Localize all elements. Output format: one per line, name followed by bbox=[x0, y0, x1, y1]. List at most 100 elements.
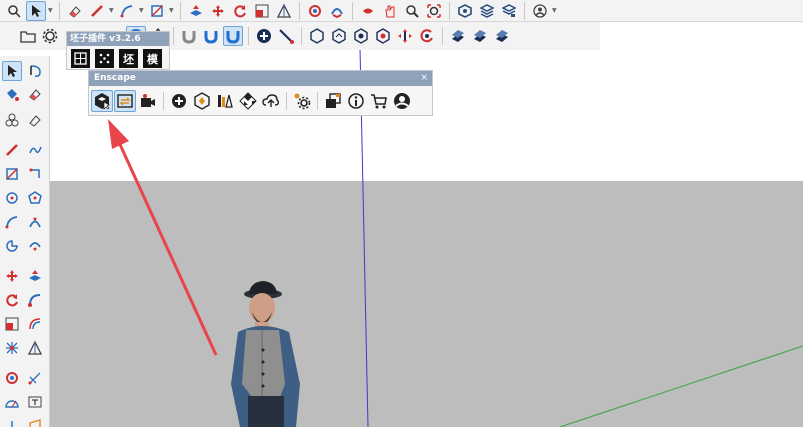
scale-icon[interactable] bbox=[252, 1, 272, 21]
follow-me-icon[interactable] bbox=[25, 290, 45, 310]
push-pull-icon[interactable] bbox=[25, 266, 45, 286]
dimension-icon[interactable] bbox=[25, 368, 45, 388]
warehouse-icon[interactable] bbox=[455, 1, 475, 21]
upload-icon[interactable] bbox=[260, 90, 282, 112]
search-icon[interactable] bbox=[4, 1, 24, 21]
rectangle-icon[interactable] bbox=[147, 1, 167, 21]
account-icon[interactable] bbox=[391, 90, 413, 112]
eraser-icon[interactable] bbox=[65, 1, 85, 21]
toolbar-separator bbox=[286, 92, 287, 110]
plugin-button-pi[interactable]: 坯 bbox=[119, 49, 138, 68]
axes-icon[interactable] bbox=[2, 416, 22, 427]
grid-icon[interactable] bbox=[71, 49, 90, 68]
lasso-icon[interactable] bbox=[25, 61, 45, 81]
rotate-icon[interactable] bbox=[2, 290, 22, 310]
close-icon[interactable]: × bbox=[420, 71, 428, 86]
about-icon[interactable] bbox=[345, 90, 367, 112]
hexagon-icon[interactable] bbox=[307, 26, 327, 46]
pan-icon[interactable] bbox=[358, 1, 378, 21]
pattern-icon[interactable] bbox=[237, 90, 259, 112]
capture-icon[interactable] bbox=[168, 90, 190, 112]
eraser-icon[interactable] bbox=[25, 84, 45, 104]
account-icon[interactable] bbox=[530, 1, 550, 21]
magnet-icon[interactable] bbox=[223, 26, 243, 46]
chevron-down-icon[interactable]: ▼ bbox=[169, 1, 175, 21]
arc-icon[interactable] bbox=[117, 1, 137, 21]
freehand-icon[interactable] bbox=[25, 140, 45, 160]
paint-icon[interactable] bbox=[305, 1, 325, 21]
chevron-down-icon[interactable]: ▼ bbox=[139, 1, 145, 21]
hexagon-icon[interactable] bbox=[373, 26, 393, 46]
rotate-icon[interactable] bbox=[230, 1, 250, 21]
eraser-outline-icon[interactable] bbox=[25, 110, 45, 130]
zoom-extents-icon[interactable] bbox=[424, 1, 444, 21]
settings-icon[interactable] bbox=[291, 90, 313, 112]
arc-icon[interactable] bbox=[2, 212, 22, 232]
green-axis bbox=[559, 345, 803, 427]
three-point-arc-icon[interactable] bbox=[25, 236, 45, 256]
start-enscape-icon[interactable] bbox=[91, 90, 113, 112]
toolbar-separator bbox=[59, 1, 60, 20]
pencil-icon[interactable] bbox=[87, 1, 107, 21]
material-editor-icon[interactable] bbox=[191, 90, 213, 112]
paint-bucket-icon[interactable] bbox=[2, 84, 22, 104]
toolbar-separator bbox=[524, 1, 525, 20]
live-update-icon[interactable] bbox=[114, 90, 136, 112]
rotate-icon[interactable] bbox=[417, 26, 437, 46]
chevron-down-icon[interactable]: ▼ bbox=[48, 1, 54, 21]
pencil-icon[interactable] bbox=[2, 140, 22, 160]
text-icon[interactable] bbox=[25, 392, 45, 412]
scale-icon[interactable] bbox=[2, 314, 22, 334]
zoom-icon[interactable] bbox=[402, 1, 422, 21]
polygon-icon[interactable] bbox=[25, 188, 45, 208]
asset-library-icon[interactable] bbox=[214, 90, 236, 112]
magnet-icon[interactable] bbox=[201, 26, 221, 46]
component-icon[interactable] bbox=[2, 110, 22, 130]
enscape-buttons bbox=[91, 89, 413, 113]
main-toolbar: ▼ ▼ ▼ ▼ ▼ bbox=[0, 0, 803, 22]
circle-icon[interactable] bbox=[2, 188, 22, 208]
hand-icon[interactable] bbox=[380, 1, 400, 21]
orbit-icon[interactable] bbox=[2, 368, 22, 388]
tape-icon[interactable] bbox=[25, 338, 45, 358]
pattern-icon[interactable] bbox=[448, 26, 468, 46]
plugin-toolbar-title[interactable]: 坯子插件 v3.2.6 bbox=[67, 32, 169, 46]
move-icon[interactable] bbox=[208, 1, 228, 21]
chevron-down-icon[interactable]: ▼ bbox=[109, 1, 115, 21]
rotated-rectangle-icon[interactable] bbox=[25, 164, 45, 184]
dots-icon[interactable] bbox=[95, 49, 114, 68]
cart-icon[interactable] bbox=[368, 90, 390, 112]
move-icon[interactable] bbox=[395, 26, 415, 46]
toolbar-separator bbox=[173, 27, 174, 45]
section-plane-icon[interactable] bbox=[25, 416, 45, 427]
hexagon-icon[interactable] bbox=[329, 26, 349, 46]
layers-icon[interactable] bbox=[499, 1, 519, 21]
pie-icon[interactable] bbox=[2, 236, 22, 256]
extension-icon[interactable] bbox=[477, 1, 497, 21]
hexagon-icon[interactable] bbox=[351, 26, 371, 46]
enscape-toolbar-title[interactable]: Enscape bbox=[89, 71, 432, 86]
select-icon[interactable] bbox=[2, 61, 22, 81]
window-icon[interactable] bbox=[322, 90, 344, 112]
gear-icon[interactable] bbox=[40, 26, 60, 46]
pattern-icon[interactable] bbox=[470, 26, 490, 46]
folder-icon[interactable] bbox=[18, 26, 38, 46]
plus-icon[interactable] bbox=[254, 26, 274, 46]
rectangle-icon[interactable] bbox=[2, 164, 22, 184]
node-icon[interactable] bbox=[276, 26, 296, 46]
push-pull-icon[interactable] bbox=[186, 1, 206, 21]
orbit-icon[interactable] bbox=[327, 1, 347, 21]
chevron-down-icon[interactable]: ▼ bbox=[552, 1, 558, 21]
pattern-icon[interactable] bbox=[492, 26, 512, 46]
plugin-button-mo[interactable]: 模 bbox=[143, 49, 162, 68]
offset-icon[interactable] bbox=[25, 314, 45, 334]
toolbar-separator bbox=[299, 1, 300, 20]
tape-icon[interactable] bbox=[274, 1, 294, 21]
select-icon[interactable] bbox=[26, 0, 46, 21]
two-point-arc-icon[interactable] bbox=[25, 212, 45, 232]
move-icon[interactable] bbox=[2, 266, 22, 286]
magnet-icon[interactable] bbox=[179, 26, 199, 46]
explode-icon[interactable] bbox=[2, 338, 22, 358]
sync-views-icon[interactable] bbox=[137, 90, 159, 112]
protractor-icon[interactable] bbox=[2, 392, 22, 412]
